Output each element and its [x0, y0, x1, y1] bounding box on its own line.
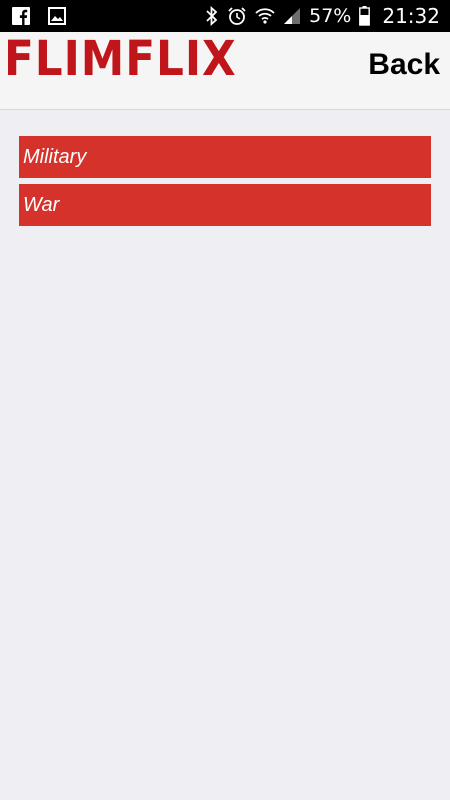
battery-icon [359, 6, 371, 26]
battery-percent: 57% [309, 5, 352, 27]
status-bar: 57% 21:32 [0, 0, 450, 32]
wifi-icon [255, 7, 275, 25]
image-icon [48, 7, 66, 25]
alarm-icon [227, 6, 247, 26]
genre-item-military[interactable]: Military [19, 136, 431, 178]
genre-list: Military War [19, 136, 431, 232]
app-header: FLIMFLIX Back [0, 32, 450, 110]
signal-icon [283, 7, 301, 25]
flimflix-logo: FLIMFLIX [4, 29, 237, 87]
genre-item-label: War [23, 193, 60, 216]
status-bar-system: 57% 21:32 [205, 4, 440, 28]
status-bar-notifications [12, 7, 66, 25]
back-button[interactable]: Back [368, 48, 440, 82]
genre-item-war[interactable]: War [19, 184, 431, 226]
bluetooth-icon [205, 6, 219, 26]
clock: 21:32 [382, 4, 440, 28]
genre-item-label: Military [23, 145, 87, 168]
facebook-icon [12, 7, 30, 25]
